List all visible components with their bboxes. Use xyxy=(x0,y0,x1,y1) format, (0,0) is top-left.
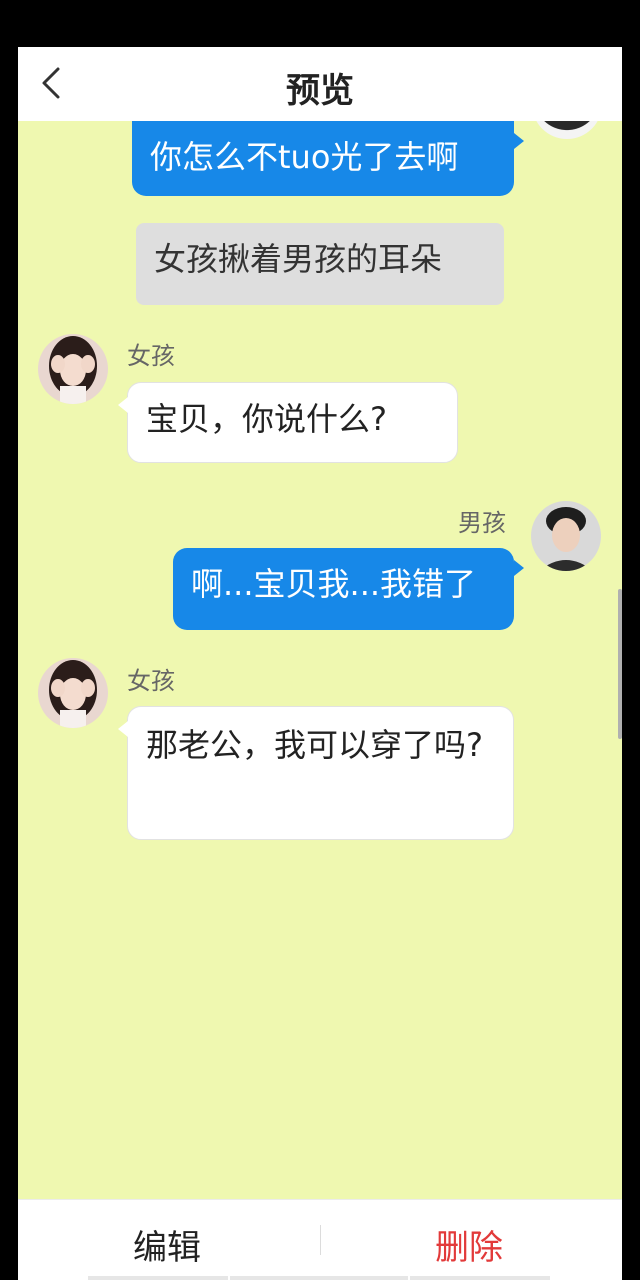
sender-name-boy: 男孩 xyxy=(458,509,506,537)
boy-avatar[interactable] xyxy=(531,501,601,571)
sender-name-girl: 女孩 xyxy=(127,342,175,370)
message-bubble-outgoing[interactable]: 啊...宝贝我...我错了 xyxy=(173,548,524,630)
girl-avatar[interactable] xyxy=(38,658,108,728)
narration-bubble[interactable]: 女孩揪着男孩的耳朵 xyxy=(136,223,504,305)
message-bubble-incoming[interactable]: 那老公，我可以穿了吗? xyxy=(118,706,514,840)
delete-button[interactable]: 删除 xyxy=(435,1220,503,1269)
bottom-line xyxy=(230,1276,408,1280)
edit-button[interactable]: 编辑 xyxy=(133,1220,201,1269)
bottom-action-bar: 编辑 删除 xyxy=(18,1199,622,1280)
chat-area: 你怎么不tuo光了去啊 女孩揪着男孩的耳朵 女孩 宝贝，你说什么? 男孩 啊..… xyxy=(18,121,622,1199)
scrollbar[interactable] xyxy=(618,589,622,739)
header-bar: 预览 xyxy=(18,47,622,121)
bottom-line xyxy=(88,1276,228,1280)
sender-name-girl: 女孩 xyxy=(127,667,175,695)
phone-screen: 预览 你怎么不tuo光了去啊 女孩揪着男孩的耳朵 女孩 宝贝，你说什么? 男孩 xyxy=(18,47,622,1280)
page-title: 预览 xyxy=(286,71,354,111)
message-bubble-outgoing[interactable]: 你怎么不tuo光了去啊 xyxy=(132,121,524,196)
divider xyxy=(320,1225,321,1255)
bottom-line xyxy=(410,1276,550,1280)
girl-avatar[interactable] xyxy=(38,334,108,404)
message-bubble-incoming[interactable]: 宝贝，你说什么? xyxy=(118,382,458,463)
boy-avatar[interactable] xyxy=(532,121,602,139)
